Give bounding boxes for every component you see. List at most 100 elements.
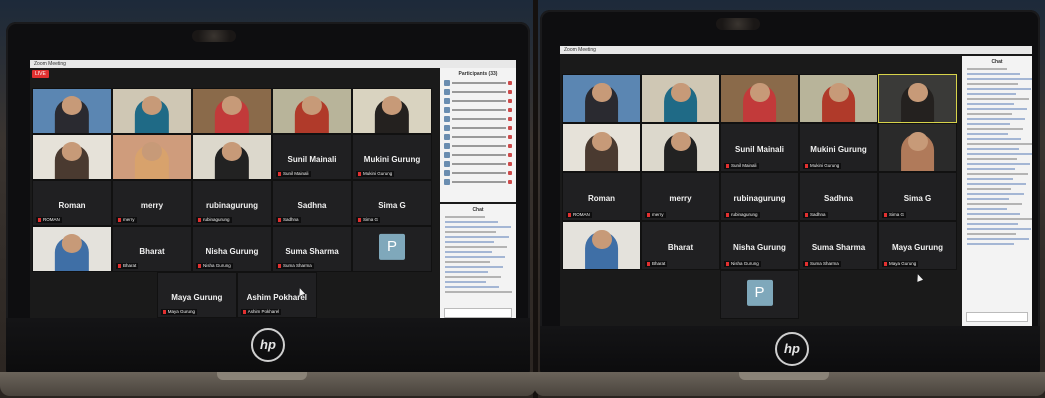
participant-list-row[interactable] (444, 133, 512, 140)
participant-list-row[interactable] (444, 151, 512, 158)
avatar (444, 178, 450, 185)
chat-message (967, 163, 1030, 165)
mic-icon (508, 89, 512, 94)
participant-tile[interactable] (562, 221, 641, 270)
participant-tile[interactable]: Maya Gurung Maya Gurung (156, 272, 237, 318)
participant-tile[interactable]: Sadhna Sadhna (799, 172, 878, 221)
participant-tile[interactable]: Mukini Gurung Mukini Gurung (799, 123, 878, 172)
participant-list-row[interactable] (444, 97, 512, 104)
participant-tile[interactable]: rubinagurung rubinagurung (720, 172, 799, 221)
participant-tile[interactable] (720, 74, 799, 123)
chat-message (445, 281, 486, 283)
participant-tile[interactable] (562, 74, 641, 123)
participant-list-row[interactable] (444, 88, 512, 95)
participant-tile[interactable] (272, 88, 352, 134)
webcam (192, 30, 236, 42)
participant-tile[interactable]: Mukini Gurung Mukini Gurung (352, 134, 432, 180)
chat-message (967, 143, 1032, 145)
participant-tile[interactable]: Suma Sharma Suma Sharma (799, 221, 878, 270)
hp-logo: hp (775, 332, 809, 366)
participant-name: Roman (587, 194, 616, 204)
right-screen: Zoom Meeting Sunil Mainali Sunil Mainali M… (560, 46, 1032, 326)
participant-tile[interactable]: Roman ROMAN (562, 172, 641, 221)
chat-message (967, 193, 1024, 195)
participant-tile[interactable]: Roman ROMAN (32, 180, 112, 226)
participant-tile[interactable] (112, 134, 192, 180)
participant-tile[interactable]: Maya Gurung Maya Gurung (878, 221, 957, 270)
participant-name: Roman (58, 200, 86, 210)
left-laptop: Zoom Meeting LIVE Sunil Mainali Sunil Mai… (0, 22, 536, 396)
participant-tile[interactable] (641, 123, 720, 172)
participant-tile[interactable]: Suma Sharma Suma Sharma (272, 226, 352, 272)
participant-list-name (452, 180, 506, 183)
chat-message (967, 128, 1023, 130)
chat-input[interactable] (966, 312, 1028, 322)
chat-input[interactable] (444, 308, 512, 318)
participant-tile[interactable] (32, 134, 112, 180)
muted-mic-icon (647, 261, 650, 266)
participant-list-row[interactable] (444, 169, 512, 176)
participant-list-row[interactable] (444, 160, 512, 167)
participant-tile[interactable] (878, 123, 957, 172)
chat-message (967, 173, 1028, 175)
participant-list-row[interactable] (444, 142, 512, 149)
muted-mic-icon (242, 309, 246, 314)
participant-list-row[interactable] (444, 115, 512, 122)
participant-tile[interactable] (641, 74, 720, 123)
muted-mic-icon (198, 217, 201, 222)
chat-message (967, 103, 1014, 105)
chat-message (967, 108, 1027, 110)
live-badge[interactable]: LIVE (32, 70, 49, 78)
participant-video (563, 222, 640, 269)
mic-icon (508, 152, 512, 157)
participant-name-tag: Sadhna (276, 217, 301, 223)
participant-video (193, 89, 271, 133)
mic-icon (508, 107, 512, 112)
participant-tile[interactable]: rubinagurung rubinagurung (192, 180, 272, 226)
participant-tile[interactable]: Sunil Mainali Sunil Mainali (272, 134, 352, 180)
participant-tile[interactable]: Nisha Gurung Nisha Gurung (192, 226, 272, 272)
participant-tile[interactable] (32, 88, 112, 134)
participant-tile[interactable]: Sadhna Sadhna (272, 180, 352, 226)
participant-list-name (452, 126, 506, 129)
participant-list-row[interactable] (444, 124, 512, 131)
participant-tile[interactable]: Sima G Sima G (878, 172, 957, 221)
mic-icon (508, 134, 512, 139)
participant-tile[interactable] (352, 88, 432, 134)
chat-message (967, 78, 1032, 80)
participant-tile[interactable] (878, 74, 957, 123)
participant-tile[interactable]: Sima G Sima G (352, 180, 432, 226)
participant-tile[interactable]: merry merry (112, 180, 192, 226)
participant-tile[interactable] (32, 226, 112, 272)
participant-name-tag: merry (116, 217, 137, 223)
muted-mic-icon (568, 212, 571, 217)
photo-divider (533, 0, 538, 398)
participant-name-tag: ROMAN (36, 217, 62, 223)
participant-list-row[interactable] (444, 79, 512, 86)
participant-tile[interactable] (799, 74, 878, 123)
participant-tile[interactable] (192, 134, 272, 180)
participant-tile[interactable]: P (720, 270, 799, 319)
participant-tile[interactable]: Bharat Bharat (112, 226, 192, 272)
participant-tile[interactable]: Nisha Gurung Nisha Gurung (720, 221, 799, 270)
participant-name-tag: ROMAN (566, 212, 592, 218)
participant-name: Suma Sharma (811, 243, 866, 253)
participant-list-row[interactable] (444, 178, 512, 185)
participant-tile[interactable]: Bharat Bharat (641, 221, 720, 270)
participant-tile[interactable] (192, 88, 272, 134)
participant-tile[interactable] (562, 123, 641, 172)
participant-list-name (452, 171, 506, 174)
meeting-topbar: LIVE (32, 70, 58, 78)
participant-tile[interactable]: Ashim Pokharel Ashim Pokharel (236, 272, 317, 318)
participant-tile[interactable]: P (352, 226, 432, 272)
chat-message (967, 153, 1032, 155)
muted-mic-icon (726, 261, 729, 266)
participant-tile[interactable]: merry merry (641, 172, 720, 221)
participant-tile[interactable] (112, 88, 192, 134)
participant-list-row[interactable] (444, 106, 512, 113)
participant-video (563, 75, 640, 122)
participant-tile[interactable]: Sunil Mainali Sunil Mainali (720, 123, 799, 172)
participant-video (563, 124, 640, 171)
participant-name-tag: rubinagurung (724, 212, 760, 218)
participant-video (800, 75, 877, 122)
